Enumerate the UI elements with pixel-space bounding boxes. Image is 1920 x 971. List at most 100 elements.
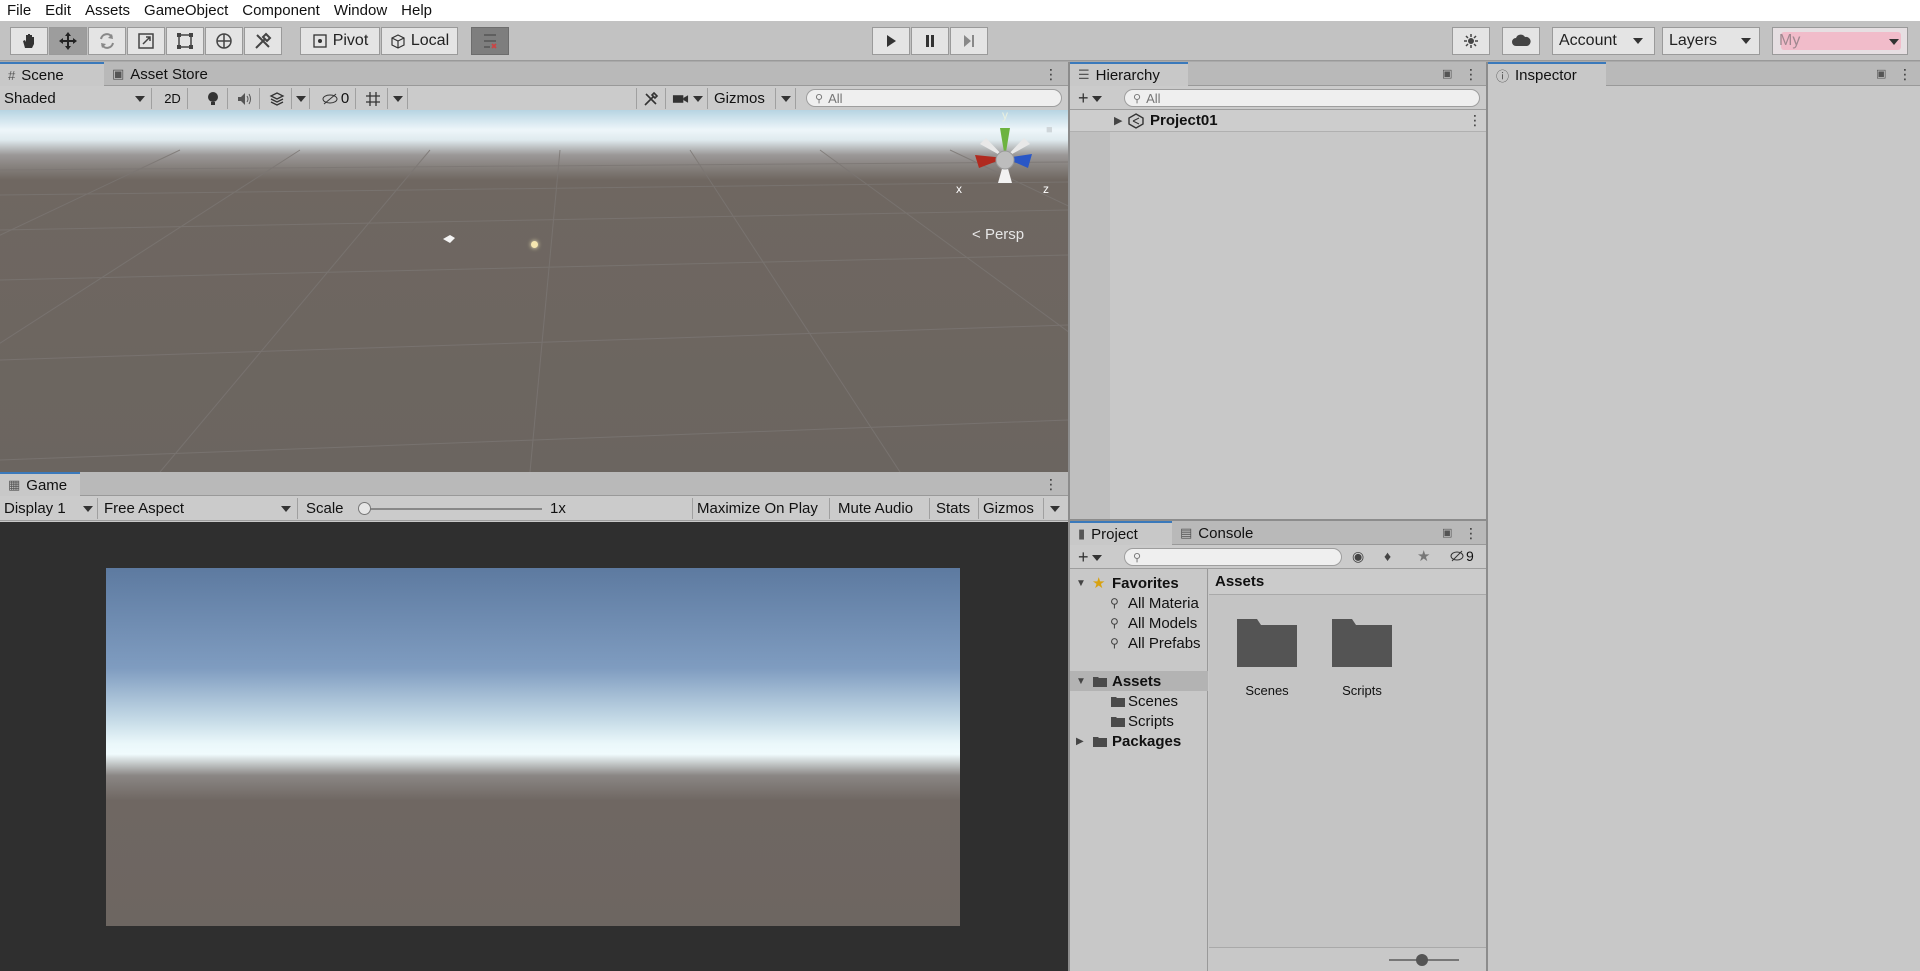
game-menu-icon[interactable]: ⋮	[1044, 475, 1058, 493]
grid-toggle[interactable]	[358, 88, 388, 109]
camera-dropdown[interactable]	[668, 88, 708, 109]
orientation-gizmo[interactable]	[950, 110, 1060, 218]
packages-row[interactable]: ▶ Packages	[1070, 731, 1208, 751]
inspector-menu-icon[interactable]: ⋮	[1898, 65, 1912, 83]
maximize-on-play-toggle[interactable]: Maximize On Play	[692, 498, 830, 519]
game-gizmos-dropdown[interactable]	[1044, 498, 1066, 519]
menu-gameobject[interactable]: GameObject	[137, 0, 235, 21]
display-dropdown[interactable]: Display 1	[0, 498, 98, 519]
scene-search-input[interactable]	[828, 90, 1061, 106]
effects-toggle[interactable]	[262, 88, 292, 109]
icon-size-slider-handle[interactable]	[1416, 954, 1428, 966]
tab-game[interactable]: ▦ Game	[0, 472, 80, 496]
game-gizmos-toggle[interactable]: Gizmos	[979, 498, 1044, 519]
perspective-toggle[interactable]: < Persp	[972, 226, 1024, 243]
services-button[interactable]	[1452, 27, 1490, 55]
menu-help[interactable]: Help	[394, 0, 439, 21]
star-icon[interactable]: ★	[1417, 547, 1430, 565]
aspect-dropdown[interactable]: Free Aspect	[100, 498, 298, 519]
custom-tool-button[interactable]	[244, 27, 282, 55]
menu-edit[interactable]: Edit	[38, 0, 78, 21]
asset-item-scripts[interactable]: Scripts	[1330, 615, 1394, 698]
expand-arrow-icon[interactable]: ▶	[1076, 736, 1084, 747]
lighting-toggle[interactable]	[198, 88, 228, 109]
pivot-toggle[interactable]: Pivot	[300, 27, 380, 55]
hierarchy-menu-icon[interactable]: ⋮	[1464, 65, 1478, 83]
tab-scene[interactable]: # Scene	[0, 62, 104, 86]
camera-gizmo-icon[interactable]	[442, 234, 456, 244]
game-viewport[interactable]	[0, 522, 1068, 971]
expand-arrow-icon[interactable]: ▶	[1114, 114, 1122, 127]
create-add-button[interactable]: +	[1078, 88, 1102, 109]
rotate-tool-button[interactable]	[88, 27, 126, 55]
tab-asset-store[interactable]: ▣ Asset Store	[104, 62, 234, 86]
cloud-button[interactable]	[1502, 27, 1540, 55]
project-menu-icon[interactable]: ⋮	[1464, 524, 1478, 542]
hierarchy-search-input[interactable]	[1146, 90, 1479, 106]
move-tool-button[interactable]	[49, 27, 87, 55]
gizmos-dropdown[interactable]	[776, 88, 796, 109]
shading-dropdown[interactable]: Shaded	[0, 88, 152, 109]
gizmos-button[interactable]: Gizmos	[710, 88, 776, 109]
tab-inspector[interactable]: ⓘ Inspector	[1488, 62, 1606, 86]
folder-row[interactable]: Scenes	[1070, 691, 1208, 711]
scene-tools-button[interactable]	[636, 88, 666, 109]
breadcrumb[interactable]: Assets	[1215, 573, 1264, 590]
asset-item-scenes[interactable]: Scenes	[1235, 615, 1299, 698]
menu-component[interactable]: Component	[235, 0, 327, 21]
tab-console[interactable]: ▤ Console	[1172, 521, 1274, 545]
scene-viewport[interactable]: y x z ■ < Persp	[0, 110, 1068, 472]
lock-icon[interactable]: ▣	[1442, 67, 1456, 81]
scene-search-field[interactable]: ⚲	[806, 89, 1062, 107]
scene-row-menu-icon[interactable]: ⋮	[1468, 112, 1482, 129]
effects-dropdown[interactable]	[292, 88, 310, 109]
layout-dropdown[interactable]: My	[1772, 27, 1908, 55]
2d-toggle[interactable]: 2D	[158, 88, 188, 109]
gizmo-lock-icon[interactable]: ■	[1046, 124, 1053, 136]
project-search-field[interactable]: ⚲	[1124, 548, 1342, 566]
expand-arrow-icon[interactable]: ▼	[1076, 676, 1086, 687]
local-toggle[interactable]: Local	[381, 27, 458, 55]
stats-toggle[interactable]: Stats	[932, 498, 979, 519]
audio-toggle[interactable]	[230, 88, 260, 109]
lock-icon[interactable]: ▣	[1876, 67, 1890, 81]
hidden-objects-toggle[interactable]: 0	[316, 88, 356, 109]
favorite-item[interactable]: ⚲ All Prefabs	[1070, 633, 1208, 653]
assets-row[interactable]: ▼ Assets	[1070, 671, 1208, 691]
hierarchy-scene-row[interactable]: ▶ Project01 ⋮	[1070, 110, 1486, 132]
menu-assets[interactable]: Assets	[78, 0, 137, 21]
transform-tool-button[interactable]	[205, 27, 243, 55]
mute-audio-toggle[interactable]: Mute Audio	[834, 498, 930, 519]
snap-grid-button[interactable]	[471, 27, 509, 55]
menu-file[interactable]: File	[0, 0, 38, 21]
project-create-button[interactable]: +	[1078, 547, 1102, 568]
scene-menu-icon[interactable]: ⋮	[1044, 65, 1058, 83]
lock-icon[interactable]: ▣	[1442, 526, 1456, 540]
step-button[interactable]	[950, 27, 988, 55]
favorite-item[interactable]: ⚲ All Models	[1070, 613, 1208, 633]
account-dropdown[interactable]: Account	[1552, 27, 1655, 55]
tab-hierarchy[interactable]: ☰ Hierarchy	[1070, 62, 1188, 86]
tab-project[interactable]: ▮ Project	[1070, 521, 1172, 545]
favorites-row[interactable]: ▼ ★ Favorites	[1070, 573, 1208, 593]
hierarchy-search-field[interactable]: ⚲	[1124, 89, 1480, 107]
expand-arrow-icon[interactable]: ▼	[1076, 578, 1086, 589]
splitter-horizontal[interactable]	[1070, 519, 1486, 521]
scale-slider-track[interactable]	[362, 508, 542, 510]
pause-button[interactable]	[911, 27, 949, 55]
light-gizmo-icon[interactable]	[531, 241, 538, 248]
rect-tool-button[interactable]	[166, 27, 204, 55]
menu-window[interactable]: Window	[327, 0, 394, 21]
hand-tool-button[interactable]	[10, 27, 48, 55]
grid-dropdown[interactable]	[388, 88, 408, 109]
splitter-vertical[interactable]	[1486, 62, 1488, 971]
layers-dropdown[interactable]: Layers	[1662, 27, 1760, 55]
scale-slider-handle[interactable]	[358, 502, 371, 515]
scale-tool-button[interactable]	[127, 27, 165, 55]
favorite-item[interactable]: ⚲ All Materia	[1070, 593, 1208, 613]
tag-icon[interactable]: ♦	[1384, 548, 1391, 564]
folder-row[interactable]: Scripts	[1070, 711, 1208, 731]
search-by-type-icon[interactable]: ◉	[1352, 548, 1364, 565]
project-hidden-toggle[interactable]: 9	[1450, 548, 1474, 564]
play-button[interactable]	[872, 27, 910, 55]
